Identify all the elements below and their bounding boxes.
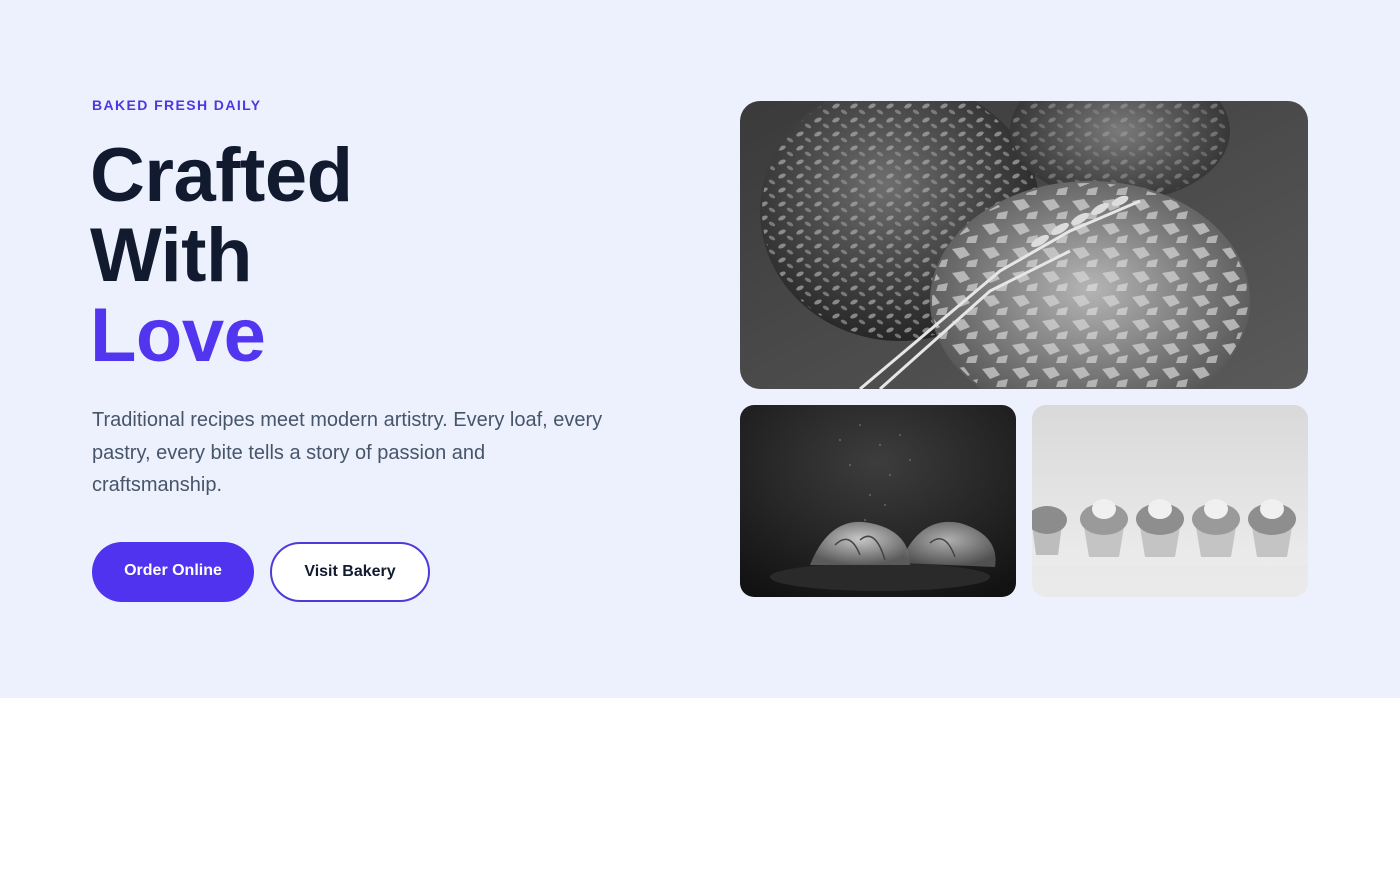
hero-section: BAKED FRESH DAILY Crafted With Love Trad…: [0, 0, 1400, 698]
order-online-button[interactable]: Order Online: [92, 542, 254, 602]
hero-headline: Crafted With Love: [90, 136, 353, 376]
headline-line-2: With: [90, 213, 252, 298]
seeded-bread-loaves-photo: [740, 101, 1308, 389]
headline-accent: Love: [90, 293, 266, 378]
headline-line-1: Crafted: [90, 133, 353, 218]
visit-bakery-button[interactable]: Visit Bakery: [270, 542, 430, 602]
hero-description: Traditional recipes meet modern artistry…: [92, 409, 603, 496]
cupcakes-photo: [1032, 405, 1308, 597]
hero-eyebrow: BAKED FRESH DAILY: [92, 97, 262, 113]
croissants-photo: [740, 405, 1016, 597]
